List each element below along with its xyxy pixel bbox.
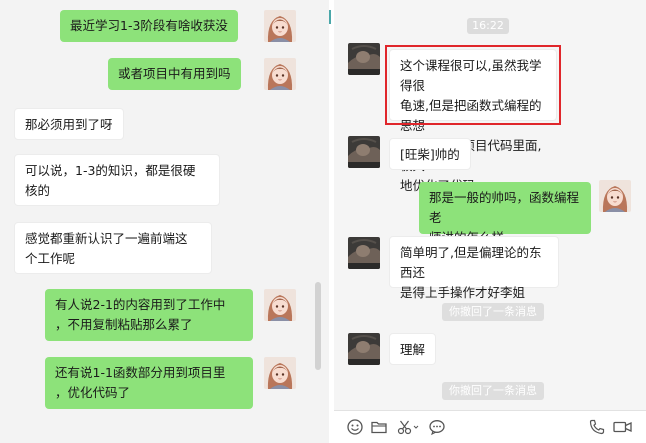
avatar-contact[interactable]: [348, 237, 380, 269]
message-bubble[interactable]: 或者项目中有用到吗: [108, 58, 241, 90]
phone-icon[interactable]: [588, 418, 606, 436]
divider-accent: [329, 10, 331, 24]
message-bubble[interactable]: 简单明了,但是偏理论的东西还 是得上手操作才好李姐: [389, 236, 559, 300]
message-text: 还有说1-1函数部分用到项目里 ，优化代码了: [55, 365, 226, 400]
message-bubble[interactable]: 理解: [389, 333, 437, 365]
avatar-self[interactable]: [264, 357, 296, 389]
avatar-contact[interactable]: [348, 136, 380, 168]
message-bubble[interactable]: [旺柴]帅的: [389, 138, 471, 170]
message-text: 那必须用到了呀: [25, 117, 113, 132]
emoji-icon[interactable]: [346, 418, 364, 436]
message-text: 感觉都重新认识了一遍前端这 个工作呢: [25, 231, 188, 266]
message-bubble[interactable]: 感觉都重新认识了一遍前端这 个工作呢: [14, 222, 212, 274]
folder-icon[interactable]: [370, 418, 388, 436]
message-bubble[interactable]: 那是一般的帅吗，函数编程老 师讲的怎么样: [419, 182, 591, 245]
timestamp: 16:22: [467, 18, 509, 34]
message-text: 最近学习1-3阶段有啥收获没: [70, 18, 228, 33]
chat-bubble-icon[interactable]: [428, 418, 446, 436]
message-bubble[interactable]: 还有说1-1函数部分用到项目里 ，优化代码了: [45, 357, 253, 409]
highlight-box: [385, 45, 561, 125]
input-toolbar: [334, 410, 646, 443]
video-call-icon[interactable]: [612, 418, 634, 436]
message-text: [旺柴]帅的: [400, 147, 460, 162]
avatar-contact[interactable]: [348, 333, 380, 365]
right-chat-panel: 16:22 这个课程很可以,虽然我学得很 龟速,但是把函数式编程的思想 用进了我…: [334, 0, 646, 443]
avatar-contact[interactable]: [348, 43, 380, 75]
scrollbar-thumb[interactable]: [315, 282, 321, 370]
avatar-self[interactable]: [264, 10, 296, 42]
message-bubble[interactable]: 有人说2-1的内容用到了工作中 ，不用复制粘贴那么累了: [45, 289, 253, 341]
avatar-self[interactable]: [599, 180, 631, 212]
message-text: 可以说，1-3的知识，都是很硬 核的: [25, 163, 196, 198]
recall-notice: 你撤回了一条消息: [442, 303, 544, 321]
message-text: 简单明了,但是偏理论的东西还 是得上手操作才好李姐: [400, 245, 542, 300]
message-bubble[interactable]: 可以说，1-3的知识，都是很硬 核的: [14, 154, 220, 206]
message-bubble[interactable]: 那必须用到了呀: [14, 108, 124, 140]
scissors-icon[interactable]: [396, 418, 420, 436]
left-chat-panel: 最近学习1-3阶段有啥收获没 或者项目中有用到吗 那必须用到了呀 可以说，1-3…: [0, 0, 329, 443]
recall-notice: 你撤回了一条消息: [442, 382, 544, 400]
avatar-self[interactable]: [264, 58, 296, 90]
message-text: 有人说2-1的内容用到了工作中 ，不用复制粘贴那么累了: [55, 297, 226, 332]
message-text: 或者项目中有用到吗: [118, 66, 231, 81]
avatar-self[interactable]: [264, 289, 296, 321]
message-text: 理解: [400, 342, 426, 357]
message-bubble[interactable]: 最近学习1-3阶段有啥收获没: [60, 10, 238, 42]
